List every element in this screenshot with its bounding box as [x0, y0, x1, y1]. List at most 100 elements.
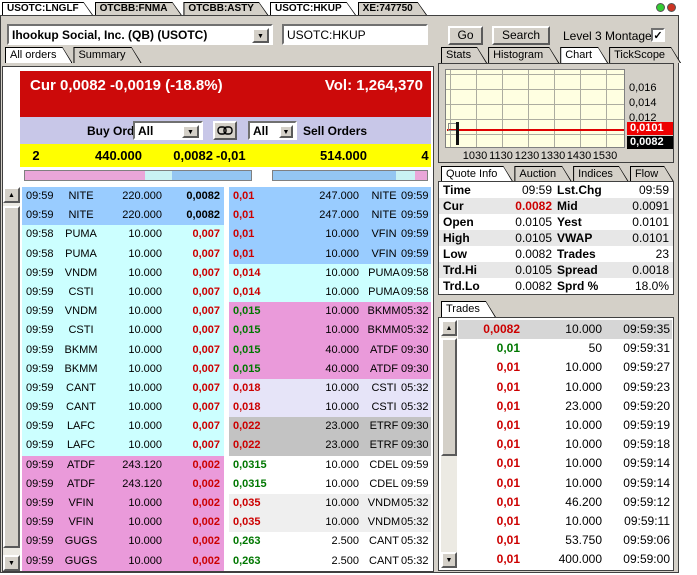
trade-row[interactable]: 0,0110.00009:59:11	[458, 512, 672, 531]
bid-mm: ATDF	[58, 456, 104, 475]
book-row[interactable]: 09:59BKMM10.0000,0070,01540.000ATDF09:30	[22, 341, 431, 360]
trade-row[interactable]: 0,0110.00009:59:23	[458, 378, 672, 397]
trade-row[interactable]: 0,0110.00009:59:18	[458, 435, 672, 454]
bid-cell: 09:59NITE220.0000,0082	[22, 206, 224, 225]
quote-row: Trd.Lo0.0082Sprd %18.0%	[439, 278, 673, 294]
trade-time: 09:59:18	[604, 435, 670, 454]
tab-stats[interactable]: Stats	[441, 47, 487, 63]
ask-time: 09:30	[401, 341, 429, 360]
trade-row[interactable]: 0,01400.00009:59:00	[458, 550, 672, 569]
x-tick-label: 1530	[590, 150, 620, 162]
workspace-tab-usotc-lnglf[interactable]: USOTC:LNGLF	[2, 2, 94, 16]
book-row[interactable]: 09:59VFIN10.0000,0020,03510.000VNDM05:32	[22, 513, 431, 532]
tab-quote-info[interactable]: Quote Info	[441, 166, 513, 182]
tab-trades[interactable]: Trades	[441, 301, 496, 317]
trade-row[interactable]: 0,015009:59:31	[458, 339, 672, 358]
bid-mm: VNDM	[58, 264, 104, 283]
trade-row[interactable]: 0,008210.00009:59:35	[458, 320, 672, 339]
chevron-down-icon[interactable]: ▼	[279, 125, 293, 138]
ask-mm: ETRF	[363, 436, 405, 455]
buy-filter-select[interactable]: All ▼	[133, 121, 203, 140]
trade-row[interactable]: 0,0110.00009:59:27	[458, 358, 672, 377]
quote-row: Time09:59Lst.Chg09:59	[439, 182, 673, 198]
book-row[interactable]: 09:59ATDF243.1200,0020,031510.000CDEL09:…	[22, 475, 431, 494]
book-row[interactable]: 09:59VFIN10.0000,0020,03510.000VNDM05:32	[22, 494, 431, 513]
link-filters-button[interactable]	[213, 121, 237, 140]
search-button[interactable]: Search	[492, 26, 550, 45]
ask-mm: VFIN	[363, 225, 405, 244]
tab-label: XE:747750	[358, 2, 428, 14]
bid-mm: LAFC	[58, 417, 104, 436]
symbol-input[interactable]	[282, 24, 428, 45]
book-row[interactable]: 09:59CANT10.0000,0070,01810.000CSTI05:32	[22, 398, 431, 417]
trade-row[interactable]: 0,0146.20009:59:12	[458, 493, 672, 512]
book-row[interactable]: 09:59GUGS10.0000,0020,2632.500CANT05:32	[22, 552, 431, 571]
scroll-down-icon[interactable]: ▼	[441, 552, 457, 568]
tab-summary[interactable]: Summary	[73, 47, 141, 63]
book-row[interactable]: 09:59LAFC10.0000,0070,02223.000ETRF09:30	[22, 436, 431, 455]
bid-cell: 09:59LAFC10.0000,007	[22, 417, 224, 436]
book-row[interactable]: 09:59VNDM10.0000,0070,01410.000PUMA09:58	[22, 264, 431, 283]
trade-row[interactable]: 0,0153.75009:59:06	[458, 531, 672, 550]
book-row[interactable]: 09:58PUMA10.0000,0070,0110.000VFIN09:59	[22, 245, 431, 264]
y-tick-label: 0,016	[629, 82, 673, 95]
ask-price: 0,014	[233, 283, 285, 302]
workspace-tab-xe-747750[interactable]: XE:747750	[358, 2, 428, 16]
trade-row[interactable]: 0,0110.00009:59:14	[458, 454, 672, 473]
ask-size: 10.000	[287, 475, 359, 494]
tab-tickscope[interactable]: TickScope	[609, 47, 681, 63]
bid-price: 0,002	[162, 532, 220, 551]
tab-indices[interactable]: Indices	[573, 166, 629, 182]
order-filter-row: Buy Orders All ▼ All ▼ Sell Orders	[20, 117, 431, 144]
scroll-down-icon[interactable]: ▼	[3, 555, 20, 571]
tab-auction[interactable]: Auction	[514, 166, 572, 182]
trade-row[interactable]: 0,0110.00009:59:14	[458, 474, 672, 493]
scroll-up-icon[interactable]: ▲	[441, 320, 457, 336]
scroll-up-icon[interactable]: ▲	[3, 187, 20, 203]
book-row[interactable]: 09:59CSTI10.0000,0070,01410.000PUMA09:58	[22, 283, 431, 302]
quote-label: Cur	[443, 199, 464, 213]
chevron-down-icon[interactable]: ▼	[252, 28, 269, 43]
symbol-combobox[interactable]: Ihookup Social, Inc. (QB) (USOTC) ▼	[7, 24, 273, 45]
book-row[interactable]: 09:59GUGS10.0000,0020,2632.500CANT05:32	[22, 532, 431, 551]
bid-time: 09:59	[26, 360, 56, 379]
ask-time: 05:32	[401, 321, 429, 340]
sell-filter-select[interactable]: All ▼	[248, 121, 297, 140]
trade-price: 0,01	[458, 550, 520, 569]
book-row[interactable]: 09:58PUMA10.0000,0070,0110.000VFIN09:59	[22, 225, 431, 244]
workspace-tab-otcbb-fnma[interactable]: OTCBB:FNMA	[95, 2, 183, 16]
bid-time: 09:59	[26, 494, 56, 513]
trades-scrollbar[interactable]: ▲ ▼	[441, 320, 457, 568]
bid-size: 243.120	[106, 456, 162, 475]
bid-size: 10.000	[106, 360, 162, 379]
book-scrollbar[interactable]: ▲ ▼	[3, 187, 20, 571]
trade-row[interactable]: 0,0123.00009:59:20	[458, 397, 672, 416]
book-row[interactable]: 09:59VNDM10.0000,0070,01510.000BKMM05:32	[22, 302, 431, 321]
intraday-chart-plot[interactable]	[445, 69, 625, 148]
trade-row[interactable]: 0,0110.00009:59:19	[458, 416, 672, 435]
book-scrollbar-thumb[interactable]	[3, 206, 20, 548]
ask-depth-bar	[272, 170, 428, 181]
tab-label: OTCBB:ASTY	[183, 2, 269, 14]
current-price-text: Cur 0,0082 -0,0019 (-18.8%)	[30, 77, 223, 94]
go-button[interactable]: Go	[448, 26, 483, 45]
level3-montage-checkbox[interactable]: ✓	[651, 28, 665, 42]
book-row[interactable]: 09:59BKMM10.0000,0070,01540.000ATDF09:30	[22, 360, 431, 379]
chevron-down-icon[interactable]: ▼	[182, 125, 199, 138]
tab-all-orders[interactable]: All orders	[5, 47, 72, 63]
trade-size: 10.000	[528, 416, 602, 435]
book-row[interactable]: 09:59LAFC10.0000,0070,02223.000ETRF09:30	[22, 417, 431, 436]
tab-label: All orders	[5, 47, 72, 61]
workspace-tab-otcbb-asty[interactable]: OTCBB:ASTY	[183, 2, 269, 16]
tab-chart[interactable]: Chart	[560, 47, 608, 63]
tab-flow[interactable]: Flow	[630, 166, 674, 182]
workspace-tab-usotc-hkup[interactable]: USOTC:HKUP	[270, 2, 357, 16]
book-row[interactable]: 09:59ATDF243.1200,0020,031510.000CDEL09:…	[22, 456, 431, 475]
book-row[interactable]: 09:59NITE220.0000,00820,01247.000NITE09:…	[22, 206, 431, 225]
book-row[interactable]: 09:59CSTI10.0000,0070,01510.000BKMM05:32	[22, 321, 431, 340]
book-row[interactable]: 09:59CANT10.0000,0070,01810.000CSTI05:32	[22, 379, 431, 398]
depth-bar-segment	[273, 171, 396, 180]
trades-scrollbar-thumb[interactable]	[441, 338, 457, 456]
book-row[interactable]: 09:59NITE220.0000,00820,01247.000NITE09:…	[22, 187, 431, 206]
tab-histogram[interactable]: Histogram	[488, 47, 559, 63]
